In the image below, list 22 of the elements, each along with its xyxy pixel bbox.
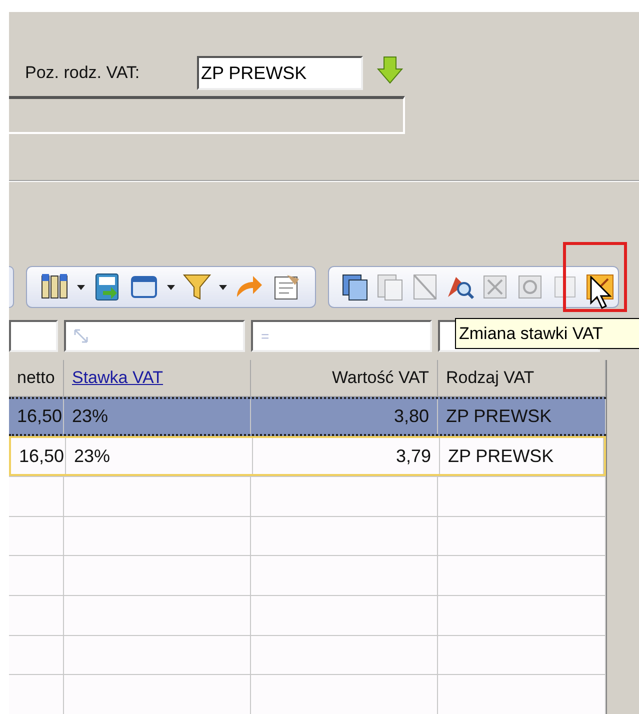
resize-icon bbox=[74, 329, 88, 343]
table-row[interactable]: 16,50 23% 3,79 ZP PREWSK bbox=[9, 436, 606, 476]
field-label: Poz. rodz. VAT: bbox=[25, 62, 141, 84]
arrow-down-icon[interactable] bbox=[377, 55, 403, 85]
highlight-frame bbox=[563, 242, 627, 312]
caret-icon[interactable] bbox=[219, 284, 227, 290]
tooltip: Zmiana stawki VAT bbox=[455, 318, 639, 349]
table-cell: ZP PREWSK bbox=[438, 398, 606, 434]
table-cell: 16,50 bbox=[11, 438, 66, 474]
filter-field[interactable] bbox=[64, 320, 245, 352]
table-row[interactable]: 16,50 23% 3,80 ZP PREWSK bbox=[9, 396, 606, 436]
table-cell: ZP PREWSK bbox=[440, 438, 604, 474]
filter-field[interactable] bbox=[9, 320, 58, 352]
vat-type-field[interactable]: ZP PREWSK bbox=[197, 56, 363, 90]
caret-icon[interactable] bbox=[167, 284, 175, 290]
table-cell: 23% bbox=[66, 438, 253, 474]
table-cell: 3,80 bbox=[251, 398, 438, 434]
mouse-cursor-icon bbox=[590, 276, 612, 310]
table-cell: 3,79 bbox=[253, 438, 440, 474]
caret-icon[interactable] bbox=[77, 284, 85, 290]
table-cell: 16,50 bbox=[9, 398, 64, 434]
table-cell: 23% bbox=[64, 398, 251, 434]
